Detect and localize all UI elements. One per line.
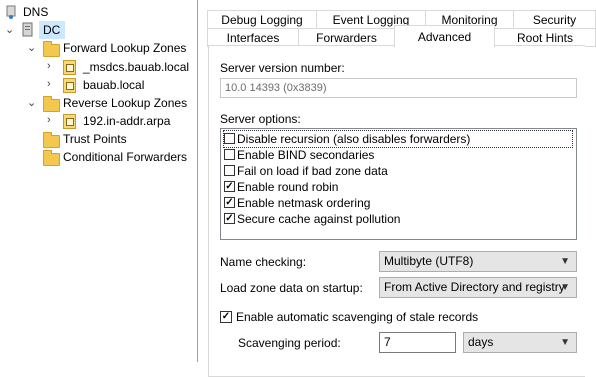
server-options-list[interactable]: Disable recursion (also disables forward… <box>220 128 577 240</box>
scavenging-checkbox[interactable]: ✓ <box>220 311 232 323</box>
zone-icon <box>63 78 76 93</box>
checkbox[interactable]: ✓ <box>224 213 235 224</box>
option-label: Enable netmask ordering <box>237 196 371 210</box>
tree-label-forward-lookup-zones: Forward Lookup Zones <box>63 41 187 55</box>
scavenging-unit-dropdown[interactable]: days ▼ <box>463 332 577 353</box>
chevron-right-icon[interactable]: › <box>47 115 56 126</box>
tree-label-trust-points: Trust Points <box>63 132 127 146</box>
option-label: Enable round robin <box>237 180 339 194</box>
folder-icon <box>43 41 60 57</box>
checkbox[interactable]: ✓ <box>224 197 235 208</box>
server-properties-dialog: Debug Logging Event Logging Monitoring S… <box>198 0 596 377</box>
folder-icon <box>43 96 60 112</box>
tree-label-conditional-forwarders: Conditional Forwarders <box>63 150 188 164</box>
chevron-right-icon[interactable]: › <box>47 79 56 90</box>
tree-label-zone-bauab: bauab.local <box>83 78 145 92</box>
chevron-down-icon: ▼ <box>560 282 570 293</box>
chevron-down-icon: ▼ <box>560 256 570 267</box>
chevron-down-icon[interactable]: ⌄ <box>27 43 36 54</box>
server-version-label: Server version number: <box>220 61 345 75</box>
checkbox[interactable] <box>224 149 235 160</box>
checkbox[interactable]: ✓ <box>224 181 235 192</box>
folder-icon <box>43 132 60 148</box>
scavenging-unit-value: days <box>468 335 494 349</box>
advanced-tab-panel: Server version number: 10.0 14393 (0x383… <box>208 45 585 377</box>
tree-label-reverse-lookup-zones: Reverse Lookup Zones <box>63 96 188 110</box>
chevron-right-icon[interactable]: › <box>47 61 56 72</box>
chevron-down-icon[interactable]: ⌄ <box>27 98 36 109</box>
console-tree: DNS ⌄ DC ⌄ Forward Lookup Zones › _msdcs… <box>0 0 197 362</box>
checkbox[interactable] <box>224 165 235 176</box>
tab-security[interactable]: Security <box>513 10 596 29</box>
tree-label-dns: DNS <box>23 5 49 19</box>
tree-label-zone-reverse: 192.in-addr.arpa <box>83 114 171 128</box>
scavenging-period-label: Scavenging period: <box>238 336 341 350</box>
name-checking-dropdown[interactable]: Multibyte (UTF8) ▼ <box>379 251 577 272</box>
tab-advanced[interactable]: Advanced <box>394 25 495 47</box>
option-label: Secure cache against pollution <box>237 212 401 226</box>
option-disable-recursion[interactable]: Disable recursion (also disables forward… <box>223 130 573 148</box>
load-zone-value: From Active Directory and registry <box>384 280 565 294</box>
tree-label-dc: DC <box>43 23 61 37</box>
server-icon <box>22 22 33 37</box>
chevron-down-icon[interactable]: ⌄ <box>5 25 14 36</box>
scavenging-period-input[interactable]: 7 <box>379 332 456 353</box>
option-label: Enable BIND secondaries <box>237 148 375 162</box>
scavenging-checkbox-label: Enable automatic scavenging of stale rec… <box>236 310 479 324</box>
tree-label-zone-msdcs: _msdcs.bauab.local <box>83 60 190 74</box>
folder-icon <box>43 150 60 166</box>
name-checking-label: Name checking: <box>220 255 307 269</box>
load-zone-label: Load zone data on startup: <box>220 281 363 295</box>
scavenging-option[interactable]: ✓ Enable automatic scavenging of stale r… <box>220 310 520 326</box>
name-checking-value: Multibyte (UTF8) <box>384 254 474 268</box>
load-zone-dropdown[interactable]: From Active Directory and registry ▼ <box>379 277 577 298</box>
dns-icon <box>6 5 16 19</box>
option-label: Fail on load if bad zone data <box>237 164 388 178</box>
checkbox[interactable] <box>224 133 235 144</box>
zone-icon <box>63 60 76 75</box>
option-label: Disable recursion (also disables forward… <box>237 132 471 146</box>
tab-debug-logging[interactable]: Debug Logging <box>207 10 317 29</box>
server-version-field: 10.0 14393 (0x3839) <box>220 78 577 98</box>
zone-icon <box>63 114 76 129</box>
chevron-down-icon: ▼ <box>560 337 570 348</box>
server-options-label: Server options: <box>220 112 301 126</box>
